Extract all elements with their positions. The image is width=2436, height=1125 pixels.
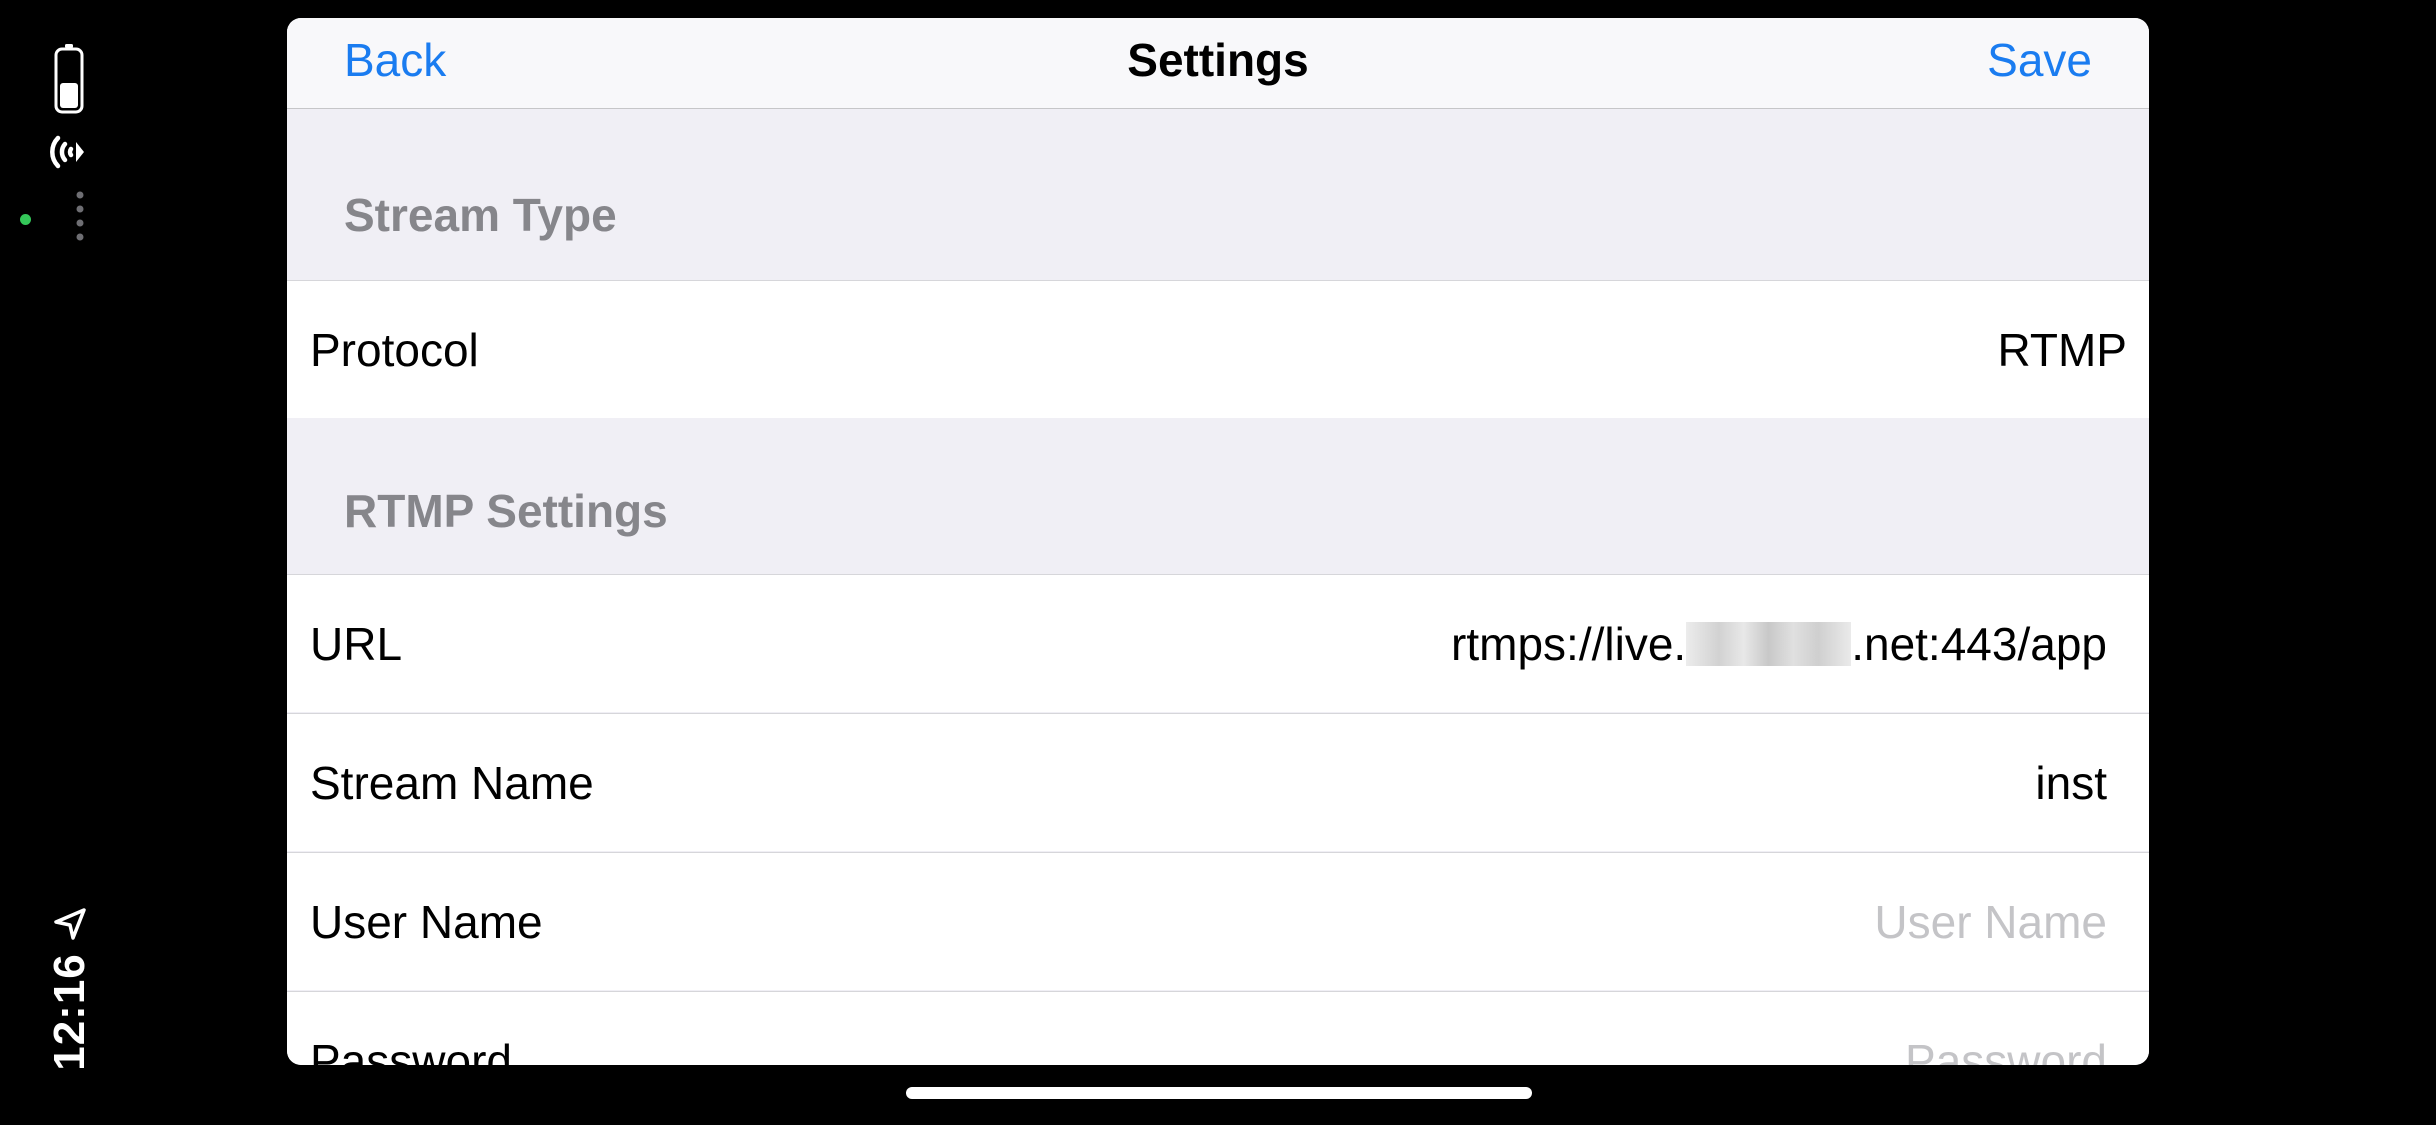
navigation-bar: Back Settings Save: [287, 18, 2149, 109]
status-rail: 12:16: [0, 0, 140, 1125]
section-header-rtmp-settings: RTMP Settings: [287, 418, 2149, 574]
status-time: 12:16: [45, 953, 94, 1071]
user-name-label: User Name: [310, 896, 543, 948]
carplay-screen: 12:16 Back Settings Save Stream Type Pro…: [0, 0, 2436, 1125]
url-suffix: .net:443/app: [1851, 618, 2107, 670]
redacted-blur: [1686, 622, 1852, 666]
protocol-row[interactable]: Protocol RTMP: [287, 280, 2149, 418]
user-name-row[interactable]: User Name: [287, 852, 2149, 990]
section-header-label: RTMP Settings: [344, 485, 668, 537]
protocol-label: Protocol: [310, 324, 479, 376]
stream-name-row[interactable]: Stream Name inst: [287, 713, 2149, 851]
activity-indicator-dot: [20, 214, 31, 225]
password-row[interactable]: Password: [287, 991, 2149, 1065]
stream-name-label: Stream Name: [310, 757, 594, 809]
password-label: Password: [310, 1035, 512, 1065]
protocol-value[interactable]: RTMP: [1998, 281, 2128, 419]
settings-panel: Back Settings Save Stream Type Protocol …: [287, 18, 2149, 1065]
url-field[interactable]: rtmps://live. .net:443/app: [1451, 575, 2107, 713]
more-dots-icon: [76, 191, 84, 241]
save-button[interactable]: Save: [1987, 18, 2092, 108]
user-name-field[interactable]: [1207, 887, 2107, 957]
url-label: URL: [310, 618, 403, 670]
location-arrow-icon: [54, 908, 86, 940]
battery-icon: [54, 44, 84, 114]
wifi-icon: [50, 135, 84, 169]
url-prefix: rtmps://live.: [1451, 618, 1687, 670]
home-indicator[interactable]: [906, 1087, 1532, 1099]
section-header-stream-type: Stream Type: [287, 108, 2149, 280]
stream-name-field[interactable]: inst: [2035, 714, 2107, 852]
password-field[interactable]: [1207, 1026, 2107, 1065]
url-row[interactable]: URL rtmps://live. .net:443/app: [287, 574, 2149, 712]
page-title: Settings: [1127, 34, 1309, 86]
section-header-label: Stream Type: [344, 189, 617, 241]
